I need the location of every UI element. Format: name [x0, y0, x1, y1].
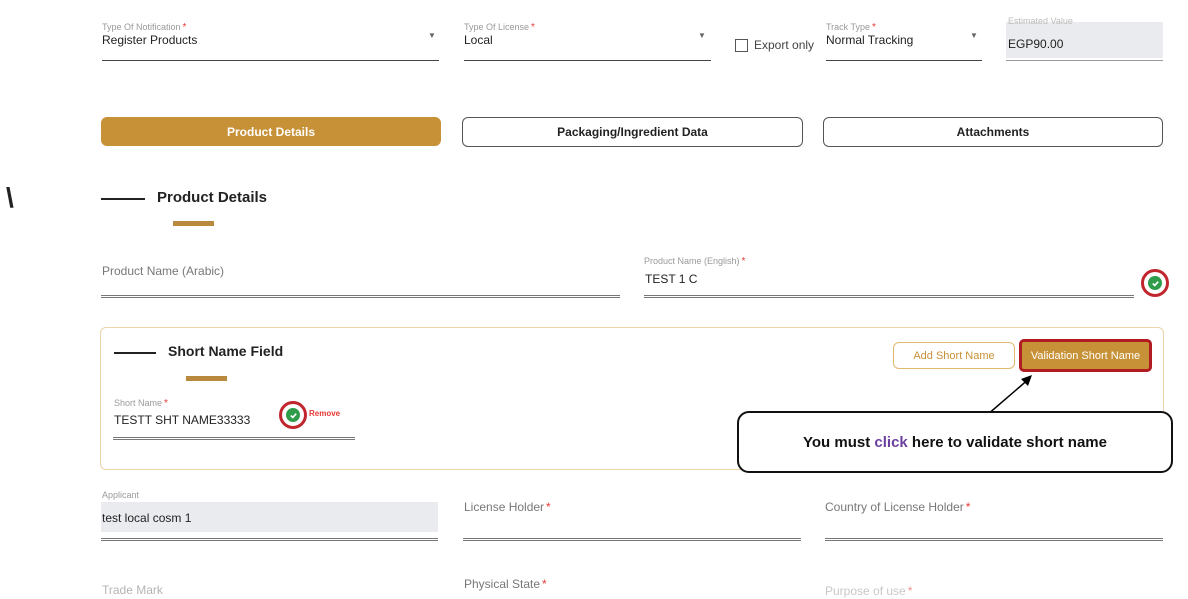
- tab-product-details[interactable]: Product Details: [101, 117, 441, 146]
- required-marker: *: [546, 500, 551, 514]
- license-underline: [464, 60, 711, 61]
- product-name-arabic-label: Product Name (Arabic): [102, 264, 225, 278]
- check-icon: [1148, 276, 1162, 290]
- short-name-title: Short Name Field: [168, 343, 284, 359]
- estimated-underline: [1006, 60, 1163, 61]
- short-name-value[interactable]: TESTT SHT NAME33333: [114, 413, 250, 427]
- trade-mark-label: Trade Mark: [102, 583, 163, 597]
- export-only-checkbox[interactable]: [735, 38, 748, 52]
- required-marker: *: [907, 584, 913, 598]
- notification-underline: [102, 60, 439, 61]
- track-type-select[interactable]: Track Type * Normal Tracking: [826, 22, 913, 47]
- callout-highlight: click: [874, 433, 908, 451]
- license-type-value: Local: [464, 33, 493, 47]
- section-gold-bar: [173, 221, 214, 226]
- estimated-value-label: Estimated Value: [1008, 16, 1073, 26]
- tab-attachments[interactable]: Attachments: [823, 117, 1163, 147]
- physical-state-label: Physical State: [464, 577, 541, 591]
- track-type-label: Track Type: [826, 22, 871, 32]
- purpose-of-use-field[interactable]: Purpose of use *: [825, 584, 912, 598]
- notification-type-value: Register Products: [102, 33, 198, 47]
- chevron-down-icon[interactable]: ▼: [698, 31, 706, 40]
- validation-short-name-button[interactable]: Validation Short Name: [1019, 339, 1152, 372]
- product-name-english-input: [644, 295, 1134, 298]
- section-line: [101, 198, 145, 200]
- required-marker: *: [872, 22, 876, 33]
- stray-backslash-glyph: \: [6, 182, 14, 213]
- track-type-value: Normal Tracking: [826, 33, 914, 47]
- physical-state-field[interactable]: Physical State *: [464, 577, 547, 591]
- short-name-valid-icon: [279, 401, 307, 429]
- required-marker: *: [531, 22, 535, 33]
- product-name-english-label: Product Name (English): [644, 256, 740, 266]
- tab-packaging-ingredient[interactable]: Packaging/Ingredient Data: [462, 117, 803, 147]
- chevron-down-icon[interactable]: ▼: [970, 31, 978, 40]
- applicant-underline: [101, 538, 438, 541]
- license-type-label: Type Of License: [464, 22, 530, 32]
- license-holder-field[interactable]: License Holder *: [464, 500, 551, 514]
- section-title: Product Details: [157, 189, 268, 206]
- required-marker: *: [164, 398, 168, 409]
- product-name-arabic-input[interactable]: [101, 295, 620, 298]
- callout-text-before: You must: [803, 433, 875, 451]
- short-name-input: [113, 437, 355, 440]
- applicant-value: test local cosm 1: [102, 511, 192, 525]
- short-name-section-line: [114, 352, 156, 354]
- purpose-of-use-label: Purpose of use: [825, 584, 906, 598]
- license-holder-input[interactable]: [463, 538, 801, 541]
- applicant-label: Applicant: [102, 490, 140, 500]
- track-underline: [826, 60, 982, 61]
- validation-callout: You must click here to validate short na…: [737, 411, 1173, 473]
- product-name-english-value[interactable]: TEST 1 C: [645, 272, 697, 286]
- estimated-value: EGP90.00: [1008, 37, 1064, 51]
- callout-text-after: here to validate short name: [907, 433, 1107, 451]
- required-marker: *: [182, 22, 187, 33]
- required-marker: *: [741, 256, 746, 267]
- country-license-holder-input[interactable]: [825, 538, 1163, 541]
- required-marker: *: [542, 577, 547, 591]
- export-only-checkbox-row[interactable]: Export only: [735, 38, 814, 52]
- remove-link[interactable]: Remove: [309, 409, 340, 418]
- country-license-holder-field[interactable]: Country of License Holder *: [825, 500, 970, 514]
- required-marker: *: [965, 500, 971, 514]
- export-only-label: Export only: [754, 38, 815, 52]
- check-icon: [286, 408, 300, 422]
- chevron-down-icon[interactable]: ▼: [428, 31, 436, 40]
- product-name-valid-icon: [1141, 269, 1169, 297]
- notification-type-select[interactable]: Type Of Notification * Register Products: [102, 22, 197, 47]
- add-short-name-button[interactable]: Add Short Name: [893, 342, 1015, 369]
- short-name-label: Short Name: [114, 398, 163, 408]
- license-type-select[interactable]: Type Of License * Local: [464, 22, 535, 47]
- notification-type-label: Type Of Notification: [102, 22, 181, 32]
- short-name-gold-bar: [186, 376, 227, 381]
- license-holder-label: License Holder: [464, 500, 545, 514]
- country-license-holder-label: Country of License Holder: [825, 500, 964, 514]
